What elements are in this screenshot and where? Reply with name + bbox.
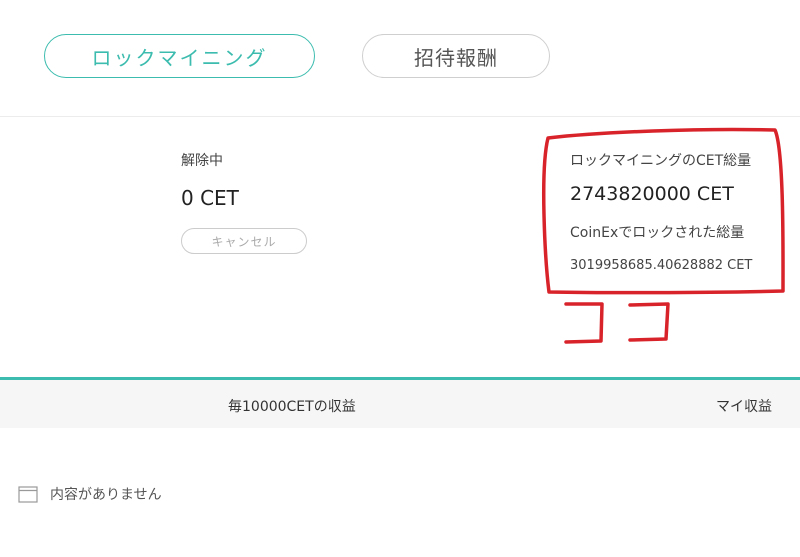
table-header [0,380,800,428]
tab-bar: ロックマイニング 招待報酬 [0,0,800,116]
column-earnings-per-10000: 毎10000CETの収益 [228,399,356,415]
cancel-button[interactable]: キャンセル [181,228,307,254]
tab-lock-mining[interactable]: ロックマイニング [44,34,315,78]
coinex-locked-total-value: 3019958685.40628882 CET [570,258,753,273]
lock-mining-total-value: 2743820000 CET [570,183,734,205]
annotation-ko-1 [564,302,604,344]
lock-mining-page: ロックマイニング 招待報酬 解除中 0 CET キャンセル ロックマイニングのC… [0,0,800,557]
empty-box-icon [18,486,38,503]
tab-invite-reward[interactable]: 招待報酬 [362,34,550,78]
divider [0,116,800,117]
empty-state: 内容がありません [18,484,162,504]
coinex-locked-total-label: CoinExでロックされた総量 [570,225,745,241]
column-my-earnings: マイ収益 [716,399,772,415]
annotation-ko-2 [628,302,670,342]
lock-mining-total-label: ロックマイニングのCET総量 [570,153,752,169]
unlocking-label: 解除中 [181,153,223,169]
unlocking-value: 0 CET [181,186,239,210]
empty-state-text: 内容がありません [50,487,162,503]
